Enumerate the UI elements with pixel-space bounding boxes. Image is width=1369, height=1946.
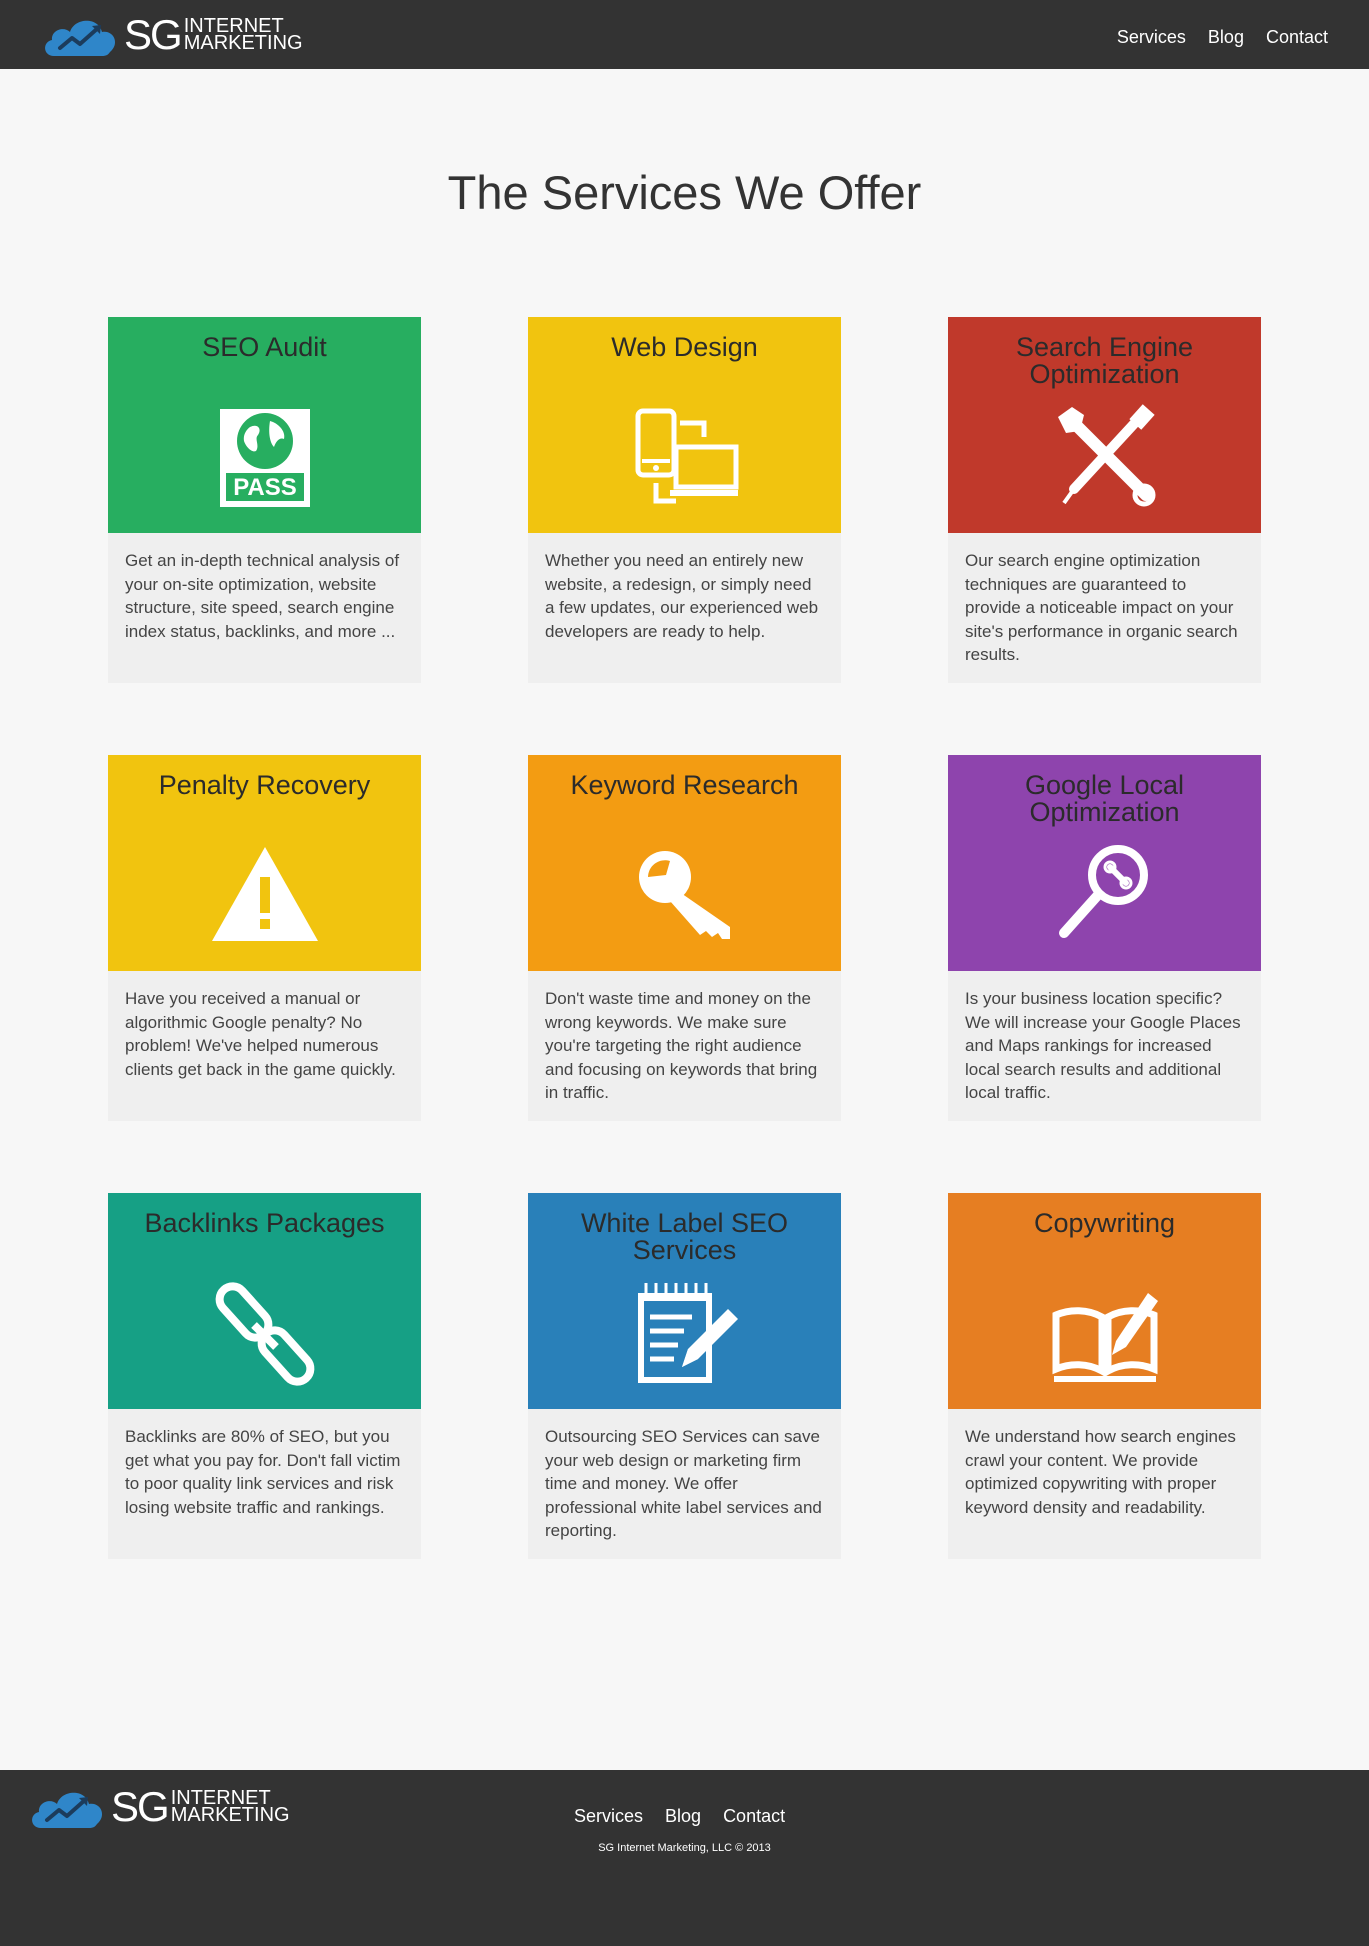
card-header: Backlinks Packages <box>108 1193 421 1409</box>
card-text: Backlinks are 80% of SEO, but you get wh… <box>125 1427 401 1517</box>
service-card-penalty-recovery[interactable]: Penalty Recovery Have you received a man… <box>108 755 421 1121</box>
service-card-seo-audit[interactable]: SEO Audit PASS Get an in-depth technical… <box>108 317 421 683</box>
card-text: Have you received a manual or algorithmi… <box>125 989 396 1079</box>
site-logo[interactable]: SG INTERNET MARKETING <box>40 10 303 60</box>
card-text: Don't waste time and money on the wrong … <box>545 989 818 1102</box>
footer-nav-services[interactable]: Services <box>574 1806 643 1827</box>
service-card-google-local[interactable]: Google Local Optimization Is your busine… <box>948 755 1261 1121</box>
card-title: Keyword Research <box>570 770 799 800</box>
tools-icon <box>1057 404 1155 507</box>
service-card-web-design[interactable]: Web Design Whether you need an entirely … <box>528 317 841 683</box>
card-title: Penalty Recovery <box>158 770 371 800</box>
card-text: Get an in-depth technical analysis of yo… <box>125 551 400 641</box>
service-card-backlinks[interactable]: Backlinks Packages Backlinks are 80% of … <box>108 1193 421 1559</box>
top-navbar: SG INTERNET MARKETING Services Blog Cont… <box>0 0 1369 69</box>
card-title: Web Design <box>611 332 758 362</box>
devices-icon <box>635 408 738 504</box>
logo-sg: SG <box>124 11 183 58</box>
nav-blog[interactable]: Blog <box>1208 27 1244 48</box>
service-card-white-label[interactable]: White Label SEO Services Outsourcing SEO… <box>528 1193 841 1559</box>
nav-services[interactable]: Services <box>1117 27 1186 48</box>
svg-text:PASS: PASS <box>233 474 297 501</box>
site-footer: SG INTERNET MARKETING Services Blog Cont… <box>0 1770 1369 1946</box>
notepad-pencil-icon <box>637 1283 738 1383</box>
card-header: Keyword Research <box>528 755 841 971</box>
page-title: The Services We Offer <box>447 166 922 219</box>
footer-logo[interactable]: SG INTERNET MARKETING <box>27 1782 290 1832</box>
key-icon <box>638 851 730 939</box>
logo-line2: MARKETING <box>183 32 303 54</box>
pass-globe-icon: PASS <box>219 409 310 507</box>
cloud-chart-icon <box>45 20 116 57</box>
service-card-seo[interactable]: Search Engine Optimization Our search en… <box>948 317 1261 683</box>
main-nav: Services Blog Contact <box>1117 27 1328 48</box>
card-header: SEO Audit PASS <box>108 317 421 533</box>
card-header: White Label SEO Services <box>528 1193 841 1409</box>
chain-link-icon <box>215 1282 314 1386</box>
footer-nav: Services Blog Contact <box>574 1806 785 1827</box>
footer-nav-contact[interactable]: Contact <box>723 1806 785 1827</box>
card-header: Copywriting <box>948 1193 1261 1409</box>
service-card-keyword-research[interactable]: Keyword Research Don't waste time and mo… <box>528 755 841 1121</box>
card-header: Web Design <box>528 317 841 533</box>
nav-contact[interactable]: Contact <box>1266 27 1328 48</box>
book-pencil-icon <box>1052 1293 1158 1382</box>
card-text: We understand how search engines crawl y… <box>965 1427 1236 1517</box>
copyright: SG Internet Marketing, LLC © 2013 <box>598 1842 771 1854</box>
card-title: White Label SEO Services <box>580 1208 789 1265</box>
magnifier-icon <box>1058 845 1148 938</box>
card-header: Penalty Recovery <box>108 755 421 971</box>
card-title: SEO Audit <box>202 332 327 362</box>
logo-line2: MARKETING <box>170 1804 290 1826</box>
card-title: Copywriting <box>1033 1208 1176 1238</box>
card-text: Whether you need an entirely new website… <box>545 551 819 641</box>
card-header: Google Local Optimization <box>948 755 1261 971</box>
card-text: Is your business location specific? We w… <box>965 989 1241 1102</box>
cloud-chart-icon <box>32 1792 103 1828</box>
card-text: Our search engine optimization technique… <box>965 551 1238 664</box>
logo-sg: SG <box>111 1783 170 1830</box>
service-card-copywriting[interactable]: Copywriting We understand how search eng… <box>948 1193 1261 1559</box>
warning-icon <box>211 847 318 941</box>
card-title: Google Local Optimization <box>1024 770 1185 827</box>
card-text: Outsourcing SEO Services can save your w… <box>545 1427 822 1540</box>
footer-nav-blog[interactable]: Blog <box>665 1806 701 1827</box>
card-header: Search Engine Optimization <box>948 317 1261 533</box>
card-title: Backlinks Packages <box>144 1208 385 1238</box>
card-title: Search Engine Optimization <box>1015 332 1194 389</box>
